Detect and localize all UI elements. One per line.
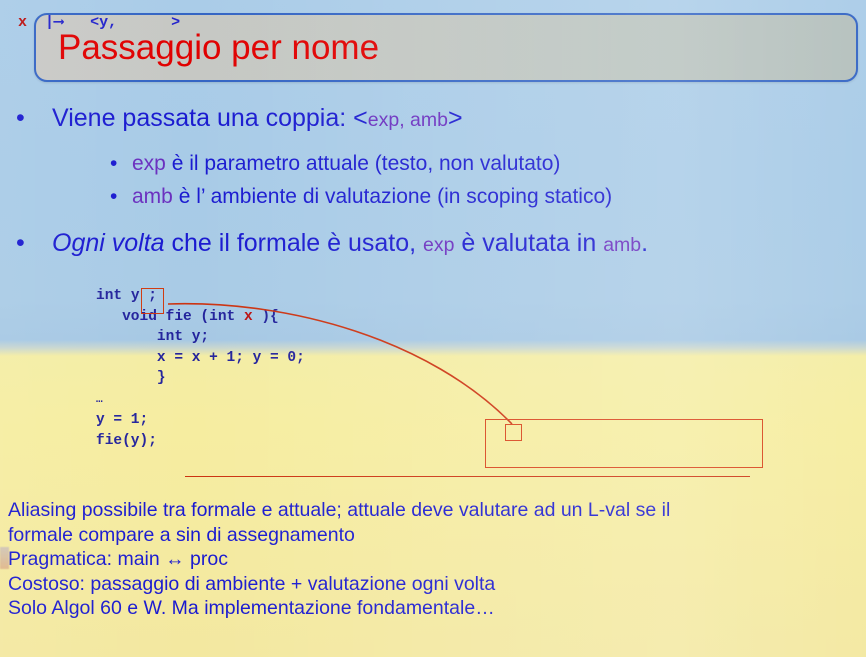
environment-binding-content: x |⟶ <y, >	[18, 10, 180, 36]
note-line-4: Costoso: passaggio di ambiente + valutaz…	[8, 572, 496, 595]
bullet-item-4-text: Ogni volta che il formale è usato, exp è…	[52, 229, 649, 257]
maps-to-arrow-icon: |⟶	[45, 14, 64, 31]
bullet-item-2-text: exp è il parametro attuale (testo, non v…	[132, 152, 561, 175]
bullet-item-4: • Ogni volta che il formale è usato, exp…	[16, 228, 648, 260]
code-var-x-highlighted: x	[243, 308, 253, 325]
token-exp: exp	[423, 234, 455, 256]
code-block: int y ; void fie (int x ){ int y; x = x …	[96, 286, 305, 451]
code-var-y-highlighted: y	[130, 288, 140, 304]
bullet-marker-icon: •	[110, 152, 118, 175]
environment-placeholder-square	[505, 424, 522, 441]
bullet-item-1-text: Viene passata una coppia: <exp, amb>	[52, 104, 463, 132]
slide-canvas: Passaggio per nome • Viene passata una c…	[0, 0, 866, 657]
bullet-item-3: • amb è l’ ambiente di valutazione (in s…	[110, 184, 612, 210]
emphasis-ogni-volta: Ogni volta	[52, 229, 165, 257]
code-line-8: fie(y);	[96, 432, 157, 449]
token-amb: amb	[603, 234, 642, 256]
env-pair-open: <y,	[90, 14, 118, 31]
notes-block: Aliasing possibile tra formale e attuale…	[8, 498, 858, 621]
token-exp: exp	[132, 152, 166, 175]
bullet-marker-icon: •	[110, 185, 118, 208]
note-line-5: Solo Algol 60 e W. Ma implementazione fo…	[8, 597, 495, 619]
note-line-2: formale compare a sin di assegnamento	[8, 523, 355, 546]
token-exp-amb: exp, amb	[367, 109, 448, 131]
bullet-item-2: • exp è il parametro attuale (testo, non…	[110, 151, 560, 177]
code-line-6-ellipsis: …	[96, 393, 103, 406]
environment-binding-box	[485, 419, 763, 468]
code-line-3: int y;	[96, 329, 210, 345]
env-pair-close: >	[171, 14, 181, 31]
token-amb: amb	[132, 185, 173, 208]
code-line-5: }	[96, 370, 166, 386]
code-line-7: y = 1;	[96, 412, 149, 428]
env-formal-x: x	[18, 14, 28, 31]
red-divider-line	[185, 476, 750, 477]
code-line-4: x = x + 1; y = 0;	[96, 349, 305, 366]
code-line-2: void fie (int x ){	[96, 308, 279, 325]
y-variable-highlight-box	[141, 288, 164, 314]
image-artifact	[0, 547, 9, 569]
bullet-marker-icon: •	[16, 229, 25, 257]
note-line-3: Pragmatica: main ↔ proc	[8, 548, 228, 570]
note-line-1: Aliasing possibile tra formale e attuale…	[8, 499, 671, 521]
bullet-item-1: • Viene passata una coppia: <exp, amb>	[16, 103, 463, 135]
bullet-item-3-text: amb è l’ ambiente di valutazione (in sco…	[132, 185, 613, 208]
bullet-marker-icon: •	[16, 104, 25, 132]
